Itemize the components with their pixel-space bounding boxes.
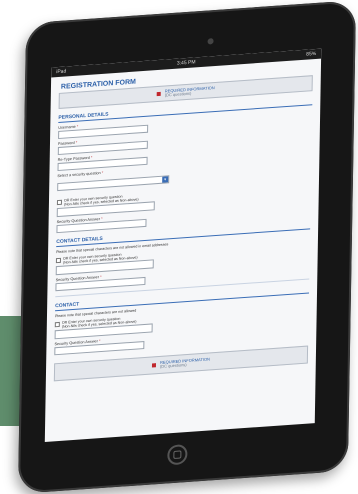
- home-button[interactable]: [167, 443, 188, 466]
- required-marker-icon: [151, 363, 157, 368]
- tablet-screen: iPad 3:45 PM 85% REGISTRATION FORM REQUI…: [44, 48, 322, 442]
- required-info-subtext-bottom: (DC questions): [159, 362, 187, 369]
- registration-form: REGISTRATION FORM REQUIRED INFORMATION (…: [46, 59, 321, 393]
- battery-label: 85%: [306, 50, 317, 58]
- required-marker-icon: [156, 91, 161, 97]
- contact-own-question-checkbox[interactable]: [55, 257, 61, 264]
- contact2-own-question-checkbox[interactable]: [54, 321, 60, 328]
- chevron-down-icon: ▾: [162, 176, 169, 183]
- camera-icon: [207, 38, 214, 45]
- required-info-subtext: (DC questions): [164, 90, 192, 98]
- security-question-label: Select a security question: [57, 171, 101, 179]
- tablet-device: iPad 3:45 PM 85% REGISTRATION FORM REQUI…: [17, 0, 357, 494]
- own-question-checkbox[interactable]: [56, 199, 62, 206]
- security-question-select[interactable]: ▾: [57, 175, 170, 192]
- clock: 3:45 PM: [176, 59, 196, 67]
- carrier-label: iPad: [56, 68, 67, 76]
